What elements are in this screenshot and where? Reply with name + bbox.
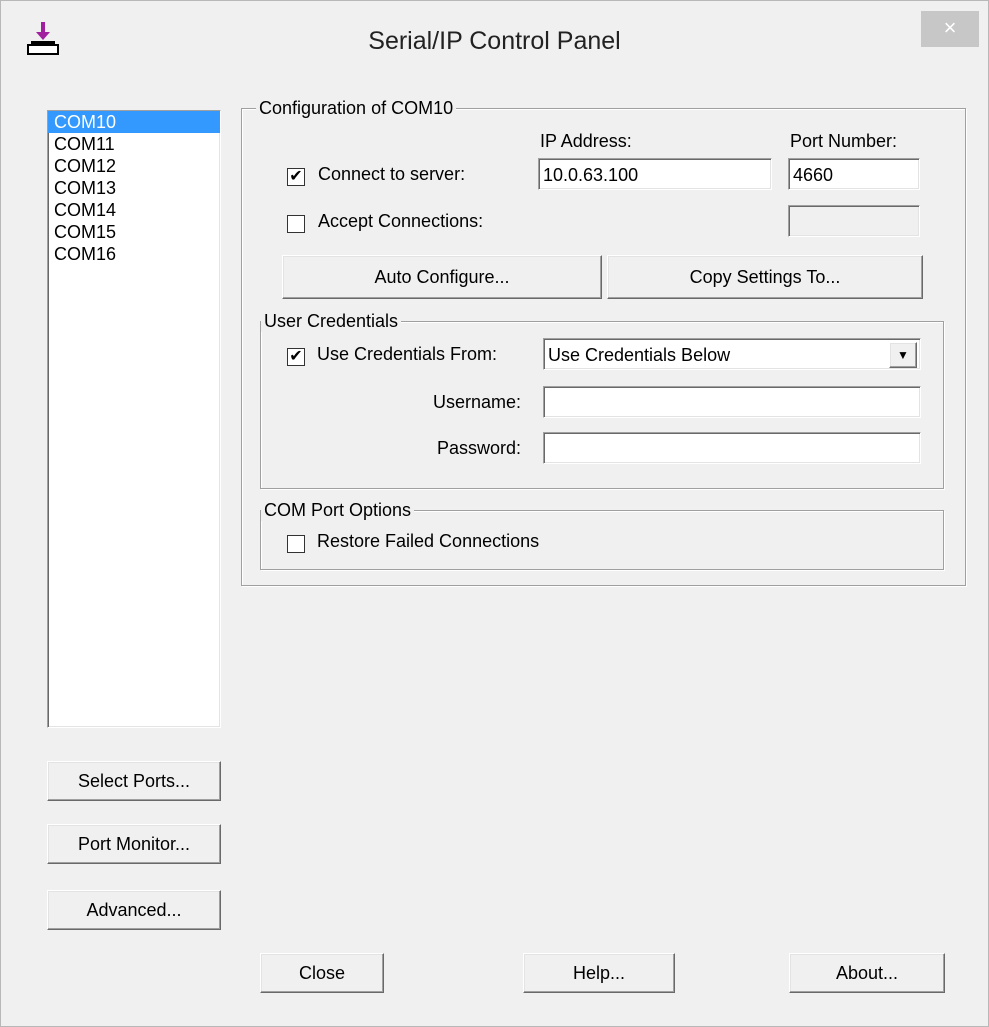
restore-failed-connections-label: Restore Failed Connections [317, 531, 540, 551]
port-number-label: Port Number: [790, 131, 898, 151]
accept-connections-label: Accept Connections: [318, 211, 484, 231]
port-list[interactable]: COM10 COM11 COM12 COM13 COM14 COM15 COM16 [47, 110, 221, 728]
connect-to-server-label: Connect to server: [318, 164, 466, 184]
port-number-field[interactable]: 4660 [788, 158, 920, 190]
com-port-options-group: COM Port Options Restore Failed Connecti… [260, 499, 944, 570]
advanced-button[interactable]: Advanced... [47, 890, 221, 930]
select-ports-button[interactable]: Select Ports... [47, 761, 221, 801]
use-credentials-checkbox[interactable]: ✔ [287, 348, 305, 366]
chevron-down-icon: ▼ [897, 348, 909, 362]
title-bar: Serial/IP Control Panel × [1, 1, 988, 85]
accept-port-field[interactable] [788, 205, 920, 237]
credentials-source-dropdown[interactable]: Use Credentials Below ▼ [543, 338, 921, 370]
com-port-options-group-title: COM Port Options [261, 499, 415, 521]
close-window-button[interactable]: × [921, 11, 979, 47]
window-title: Serial/IP Control Panel [368, 27, 621, 55]
password-field[interactable] [543, 432, 921, 464]
close-button[interactable]: Close [260, 953, 384, 993]
configuration-group-title: Configuration of COM10 [256, 97, 457, 119]
close-icon: × [943, 15, 957, 40]
auto-configure-button[interactable]: Auto Configure... [282, 255, 602, 299]
port-list-item[interactable]: COM14 [48, 199, 220, 221]
password-label: Password: [436, 438, 521, 458]
user-credentials-group: User Credentials ✔ Use Credentials From:… [260, 310, 944, 489]
use-credentials-label: Use Credentials From: [317, 344, 498, 364]
dialog-client-area: COM10 COM11 COM12 COM13 COM14 COM15 COM16 Sele… [9, 85, 979, 1017]
restore-failed-connections-checkbox[interactable] [287, 535, 305, 553]
username-field[interactable] [543, 386, 921, 418]
copy-settings-button[interactable]: Copy Settings To... [607, 255, 923, 299]
about-button[interactable]: About... [789, 953, 945, 993]
port-monitor-button[interactable]: Port Monitor... [47, 824, 221, 864]
accept-connections-checkbox[interactable] [287, 215, 305, 233]
port-list-item[interactable]: COM15 [48, 221, 220, 243]
help-button[interactable]: Help... [523, 953, 675, 993]
dropdown-arrow-button[interactable]: ▼ [889, 342, 917, 368]
port-list-item[interactable]: COM16 [48, 243, 220, 265]
check-icon: ✔ [289, 348, 303, 365]
port-list-item[interactable]: COM10 [48, 111, 220, 133]
user-credentials-group-title: User Credentials [261, 310, 402, 332]
control-panel-window: Serial/IP Control Panel × COM10 COM11 COM1… [0, 0, 989, 1027]
port-list-item[interactable]: COM12 [48, 155, 220, 177]
check-icon: ✔ [289, 168, 303, 185]
ip-address-label: IP Address: [540, 131, 632, 151]
ip-address-field[interactable]: 10.0.63.100 [538, 158, 772, 190]
username-label: Username: [432, 392, 521, 412]
connect-to-server-checkbox[interactable]: ✔ [287, 168, 305, 186]
port-list-item[interactable]: COM11 [48, 133, 220, 155]
credentials-source-value: Use Credentials Below [548, 345, 731, 365]
port-list-item[interactable]: COM13 [48, 177, 220, 199]
configuration-group: Configuration of COM10 IP Address: Port … [241, 97, 966, 586]
